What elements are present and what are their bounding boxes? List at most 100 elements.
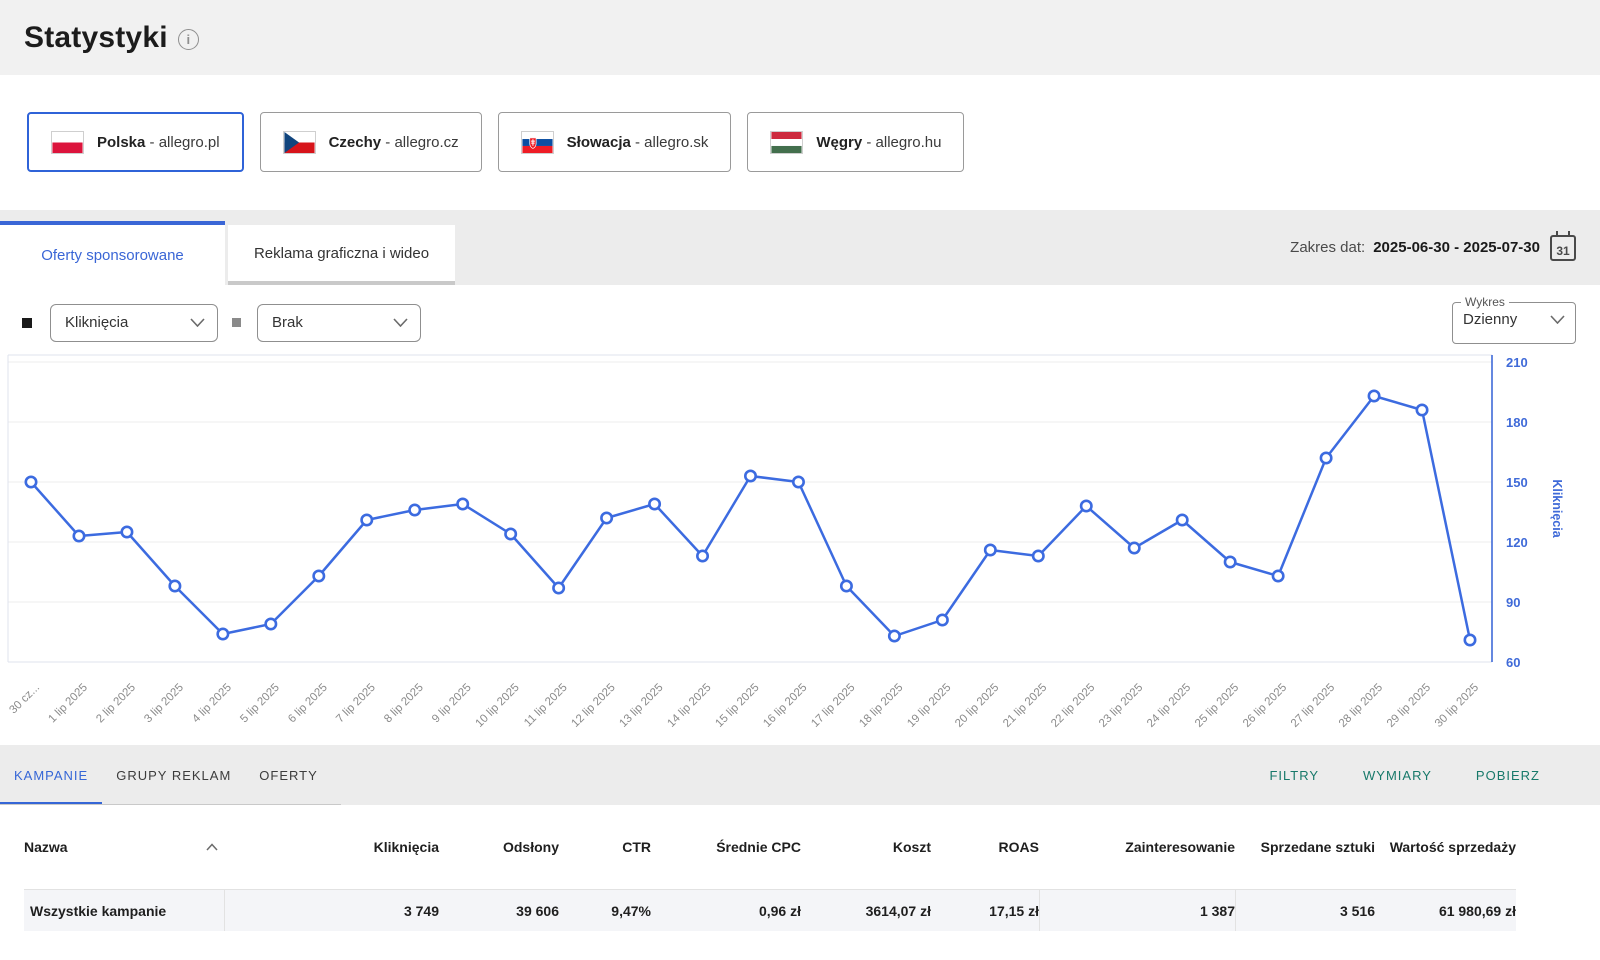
svg-text:18 lip 2025: 18 lip 2025 (857, 682, 905, 730)
svg-text:13 lip 2025: 13 lip 2025 (617, 682, 665, 730)
svg-text:10 lip 2025: 10 lip 2025 (474, 682, 522, 730)
svg-text:12 lip 2025: 12 lip 2025 (569, 682, 617, 730)
marketplace-button-cz[interactable]: Czechy - allegro.cz (260, 112, 482, 172)
svg-text:17 lip 2025: 17 lip 2025 (809, 682, 857, 730)
row-value: 3614,07 zł (801, 890, 931, 931)
svg-text:21 lip 2025: 21 lip 2025 (1001, 682, 1049, 730)
svg-text:150: 150 (1506, 475, 1528, 490)
svg-text:29 lip 2025: 29 lip 2025 (1385, 682, 1433, 730)
table-tab-oferty[interactable]: OFERTY (245, 745, 332, 805)
country-name: Polska (97, 134, 145, 151)
chart-controls: Kliknięcia Brak Wykres Dzienny (0, 285, 1600, 345)
chart-type-select[interactable]: Dzienny (1459, 307, 1569, 331)
row-value: 3 516 (1235, 890, 1375, 931)
svg-text:120: 120 (1506, 535, 1528, 550)
svg-text:26 lip 2025: 26 lip 2025 (1241, 682, 1289, 730)
flag-hu-icon (770, 131, 803, 154)
svg-text:28 lip 2025: 28 lip 2025 (1337, 682, 1385, 730)
flag-pl-icon (51, 131, 84, 154)
sort-asc-icon[interactable] (206, 843, 218, 851)
metric2-select[interactable]: Brak (257, 304, 421, 342)
country-name: Węgry (816, 134, 862, 151)
svg-text:210: 210 (1506, 355, 1528, 370)
column-header[interactable]: Sprzedane sztuki (1235, 839, 1375, 856)
marketplace-selector: Polska - allegro.pl Czechy - allegro.cz Sł… (0, 75, 1600, 210)
metric1-select[interactable]: Kliknięcia (50, 304, 218, 342)
row-name: Wszystkie kampanie (24, 890, 224, 931)
column-header[interactable]: Wartość sprzedaży (1375, 839, 1516, 856)
calendar-icon[interactable]: 31 (1550, 235, 1576, 261)
svg-text:2 lip 2025: 2 lip 2025 (94, 682, 138, 726)
svg-text:20 lip 2025: 20 lip 2025 (953, 682, 1001, 730)
column-header[interactable]: CTR (559, 839, 651, 856)
svg-text:1 lip 2025: 1 lip 2025 (46, 682, 90, 726)
chart-type-fieldset: Wykres Dzienny (1452, 295, 1576, 344)
row-value: 39 606 (439, 890, 559, 931)
svg-text:22 lip 2025: 22 lip 2025 (1049, 682, 1097, 730)
row-value: 3 749 (224, 890, 439, 931)
marketplace-button-hu[interactable]: Węgry - allegro.hu (747, 112, 964, 172)
table-action-pobierz[interactable]: POBIERZ (1476, 768, 1540, 783)
tab-sponsored-offers[interactable]: Oferty sponsorowane (0, 221, 225, 285)
chart-section: Kliknięcia Brak Wykres Dzienny 210 180 150… (0, 285, 1600, 745)
svg-text:23 lip 2025: 23 lip 2025 (1097, 682, 1145, 730)
table-action-filtry[interactable]: FILTRY (1269, 768, 1319, 783)
campaigns-table: NazwaKliknięciaOdsłonyCTRŚrednie CPCKosz… (0, 805, 1600, 931)
column-header[interactable]: Koszt (801, 839, 931, 856)
table-action-wymiary[interactable]: WYMIARY (1363, 768, 1432, 783)
country-name: Słowacja (567, 134, 631, 151)
svg-text:24 lip 2025: 24 lip 2025 (1145, 682, 1193, 730)
table-row[interactable]: Wszystkie kampanie3 74939 6069,47%0,96 z… (24, 889, 1516, 931)
date-range-label: Zakres dat: (1290, 239, 1365, 256)
country-domain: - allegro.pl (145, 134, 219, 151)
table-tab-kampanie[interactable]: KAMPANIE (0, 745, 102, 805)
svg-text:4 lip 2025: 4 lip 2025 (190, 682, 234, 726)
svg-text:Kliknięcia: Kliknięcia (1550, 479, 1564, 538)
main-tabbar: Oferty sponsorowaneReklama graficzna i w… (0, 210, 1600, 285)
svg-text:90: 90 (1506, 595, 1520, 610)
svg-text:27 lip 2025: 27 lip 2025 (1289, 682, 1337, 730)
svg-text:19 lip 2025: 19 lip 2025 (905, 682, 953, 730)
svg-text:30 lip 2025: 30 lip 2025 (1433, 682, 1481, 730)
column-header[interactable]: Odsłony (439, 839, 559, 856)
column-header[interactable]: Kliknięcia (224, 839, 439, 856)
svg-text:8 lip 2025: 8 lip 2025 (382, 682, 426, 726)
marketplace-button-pl[interactable]: Polska - allegro.pl (27, 112, 244, 172)
country-domain: - allegro.cz (381, 134, 459, 151)
row-value: 1 387 (1039, 890, 1235, 931)
column-header[interactable]: Zainteresowanie (1039, 839, 1235, 856)
svg-text:7 lip 2025: 7 lip 2025 (334, 682, 378, 726)
info-icon[interactable]: i (178, 29, 199, 50)
flag-sk-icon (521, 131, 554, 154)
table-header-row: NazwaKliknięciaOdsłonyCTRŚrednie CPCKosz… (24, 805, 1516, 889)
column-header[interactable]: ROAS (931, 839, 1039, 856)
row-value: 0,96 zł (651, 890, 801, 931)
svg-text:180: 180 (1506, 415, 1528, 430)
marketplace-button-sk[interactable]: Słowacja - allegro.sk (498, 112, 732, 172)
svg-text:30 cz...: 30 cz... (7, 682, 42, 717)
clicks-line-chart: 210 180 150 120 90 60 Kliknięcia 30 cz...1 lip … (0, 347, 1600, 745)
svg-text:3 lip 2025: 3 lip 2025 (142, 682, 186, 726)
svg-text:9 lip 2025: 9 lip 2025 (430, 682, 474, 726)
date-range-value: 2025-06-30 - 2025-07-30 (1373, 239, 1540, 256)
column-header[interactable]: Nazwa (24, 839, 224, 856)
row-value: 61 980,69 zł (1375, 890, 1516, 931)
table-tab-grupy-reklam[interactable]: GRUPY REKLAM (102, 745, 245, 805)
column-header[interactable]: Średnie CPC (651, 839, 801, 856)
svg-text:5 lip 2025: 5 lip 2025 (238, 682, 282, 726)
svg-text:11 lip 2025: 11 lip 2025 (522, 682, 570, 730)
table-tabbar: KAMPANIEGRUPY REKLAMOFERTY FILTRY WYMIARY… (0, 745, 1600, 805)
chevron-down-icon (190, 318, 205, 327)
date-range: Zakres dat: 2025-06-30 - 2025-07-30 31 (1290, 210, 1576, 285)
tab-display-video-ads[interactable]: Reklama graficzna i wideo (228, 225, 455, 285)
country-domain: - allegro.sk (631, 134, 709, 151)
country-name: Czechy (329, 134, 382, 151)
svg-text:15 lip 2025: 15 lip 2025 (713, 682, 761, 730)
page-title: Statystyki (24, 21, 168, 55)
page-header: Statystyki i (0, 0, 1600, 75)
chevron-down-icon (1550, 315, 1565, 324)
row-value: 9,47% (559, 890, 651, 931)
svg-text:16 lip 2025: 16 lip 2025 (761, 682, 809, 730)
series2-marker-icon (232, 318, 241, 327)
svg-text:60: 60 (1506, 655, 1520, 670)
